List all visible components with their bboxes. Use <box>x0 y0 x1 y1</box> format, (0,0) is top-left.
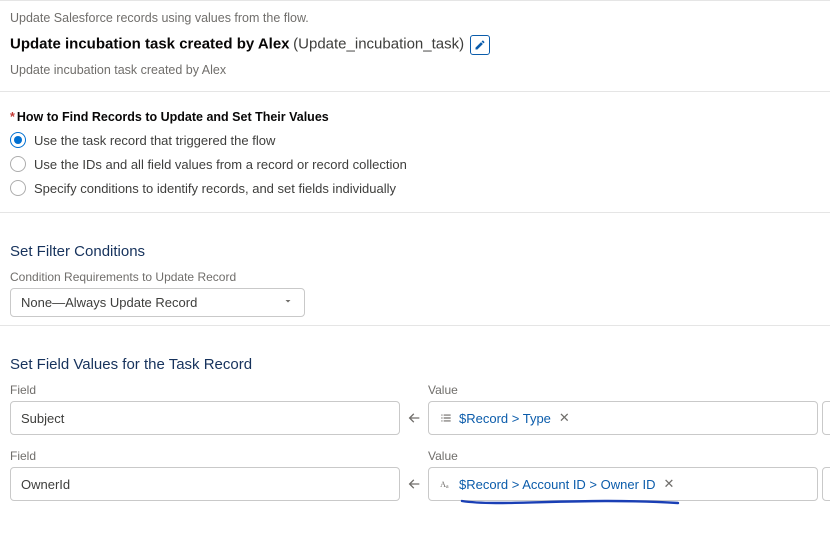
radio-icon <box>10 180 26 196</box>
field-input[interactable]: OwnerId <box>10 467 400 501</box>
value-column-label: Value <box>428 449 818 463</box>
clear-value-button[interactable]: ✕ <box>559 410 570 426</box>
field-input[interactable]: Subject <box>10 401 400 435</box>
find-records-heading: *How to Find Records to Update and Set T… <box>10 110 820 124</box>
condition-requirements-value: None—Always Update Record <box>21 295 197 310</box>
filter-conditions-heading: Set Filter Conditions <box>10 243 820 260</box>
svg-text:a: a <box>446 484 449 490</box>
find-option-0[interactable]: Use the task record that triggered the f… <box>10 132 820 148</box>
delete-row-button[interactable] <box>822 467 830 501</box>
clear-value-button[interactable]: ✕ <box>664 476 675 492</box>
value-reference: $Record > Type <box>459 411 551 426</box>
field-input-value: Subject <box>21 411 64 426</box>
field-input-value: OwnerId <box>21 477 70 492</box>
field-column-label: Field <box>10 383 400 397</box>
find-option-label: Use the IDs and all field values from a … <box>34 157 407 172</box>
set-field-values-heading: Set Field Values for the Task Record <box>10 356 820 373</box>
condition-requirements-select[interactable]: None—Always Update Record <box>10 288 305 317</box>
element-api-name: (Update_incubation_task) <box>293 35 464 52</box>
value-reference: $Record > Account ID > Owner ID <box>459 477 656 492</box>
value-input[interactable]: Aa $Record > Account ID > Owner ID ✕ <box>428 467 818 501</box>
find-option-label: Specify conditions to identify records, … <box>34 181 396 196</box>
find-option-1[interactable]: Use the IDs and all field values from a … <box>10 156 820 172</box>
assignment-arrow-icon <box>400 467 428 501</box>
find-option-label: Use the task record that triggered the f… <box>34 133 275 148</box>
picklist-icon <box>439 411 453 425</box>
edit-button[interactable] <box>470 35 490 55</box>
value-column-label: Value <box>428 383 818 397</box>
svg-text:A: A <box>440 480 446 489</box>
required-star-icon: * <box>10 110 15 124</box>
value-input[interactable]: $Record > Type ✕ <box>428 401 818 435</box>
radio-icon <box>10 156 26 172</box>
element-title: Update incubation task created by Alex <box>10 35 290 52</box>
pencil-icon <box>474 39 486 51</box>
text-type-icon: Aa <box>439 477 453 491</box>
find-option-2[interactable]: Specify conditions to identify records, … <box>10 180 820 196</box>
condition-requirements-label: Condition Requirements to Update Record <box>10 270 820 284</box>
field-column-label: Field <box>10 449 400 463</box>
element-description: Update Salesforce records using values f… <box>10 11 820 25</box>
chevron-down-icon <box>282 295 294 310</box>
assignment-arrow-icon <box>400 401 428 435</box>
element-subtitle: Update incubation task created by Alex <box>10 63 820 77</box>
delete-row-button[interactable] <box>822 401 830 435</box>
radio-icon <box>10 132 26 148</box>
